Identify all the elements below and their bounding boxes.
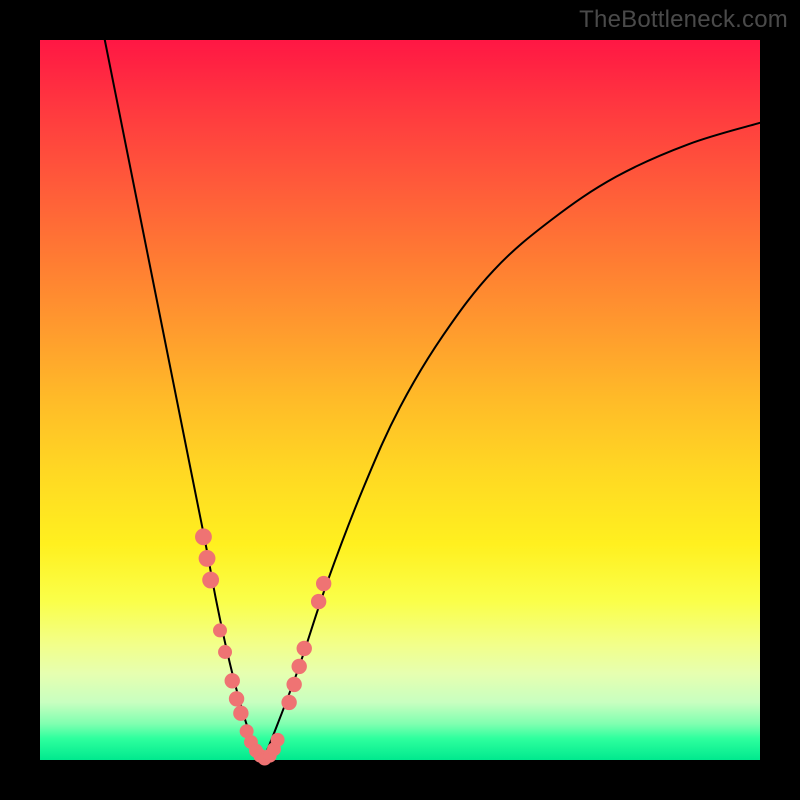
plot-area: [40, 40, 760, 760]
data-marker: [219, 646, 232, 659]
data-marker: [214, 624, 227, 637]
data-marker: [282, 695, 296, 709]
data-marker: [203, 572, 219, 588]
data-marker: [199, 550, 215, 566]
curve-layer: [40, 40, 760, 760]
marker-group: [196, 529, 331, 765]
data-marker: [225, 674, 239, 688]
data-marker: [234, 706, 248, 720]
right-branch-curve: [263, 123, 760, 760]
data-marker: [271, 733, 284, 746]
data-marker: [287, 677, 301, 691]
data-marker: [292, 659, 306, 673]
data-marker: [196, 529, 212, 545]
data-marker: [297, 641, 311, 655]
watermark-text: TheBottleneck.com: [579, 6, 788, 34]
data-marker: [229, 692, 243, 706]
chart-frame: TheBottleneck.com: [0, 0, 800, 800]
left-branch-curve: [105, 40, 263, 760]
data-marker: [316, 576, 330, 590]
data-marker: [311, 594, 325, 608]
